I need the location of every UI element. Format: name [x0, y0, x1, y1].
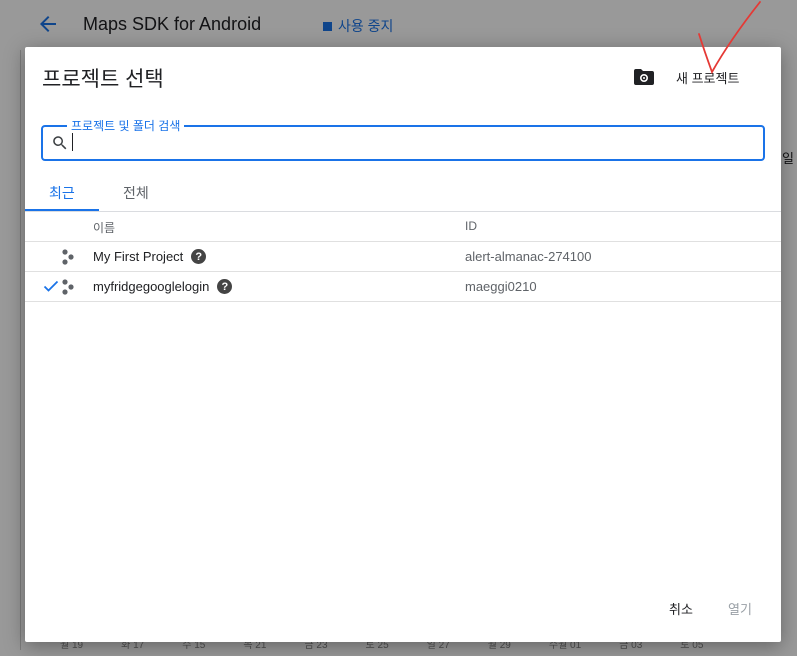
column-name-header: 이름 — [93, 221, 116, 235]
project-id: maeggi0210 — [465, 279, 537, 294]
select-project-dialog: 프로젝트 선택 새 프로젝트 프로젝트 및 폴더 검색 최근 전체 이름 ID — [25, 47, 781, 642]
tab-bar: 최근 전체 — [25, 177, 781, 211]
table-header: 이름 ID — [25, 212, 781, 242]
project-name-cell: My First Project ? — [93, 249, 207, 264]
project-table: 이름 ID My First Project ? alert-almanac-2… — [25, 212, 781, 302]
cancel-button[interactable]: 취소 — [669, 599, 693, 618]
text-caret — [72, 133, 73, 151]
table-row[interactable]: My First Project ? alert-almanac-274100 — [25, 242, 781, 272]
tab-all[interactable]: 전체 — [123, 183, 149, 203]
project-name[interactable]: My First Project — [93, 249, 183, 264]
project-icon — [62, 279, 74, 295]
project-id: alert-almanac-274100 — [465, 249, 592, 264]
help-icon[interactable]: ? — [191, 249, 207, 264]
search-field[interactable]: 프로젝트 및 폴더 검색 — [41, 117, 765, 161]
table-row[interactable]: myfridgegooglelogin ? maeggi0210 — [25, 272, 781, 302]
project-icon — [62, 249, 74, 265]
tab-recent[interactable]: 최근 — [49, 183, 75, 203]
help-icon[interactable]: ? — [217, 279, 233, 294]
project-name[interactable]: myfridgegooglelogin — [93, 279, 209, 294]
search-icon — [53, 136, 67, 150]
checkmark-annotation-icon — [698, 1, 761, 75]
column-id-header: ID — [465, 219, 477, 233]
new-folder-icon — [634, 69, 654, 85]
search-input[interactable] — [69, 131, 753, 155]
dialog-title: 프로젝트 선택 — [42, 68, 164, 91]
check-icon — [43, 280, 59, 292]
project-name-cell: myfridgegooglelogin ? — [93, 279, 233, 294]
open-button[interactable]: 열기 — [728, 599, 752, 618]
